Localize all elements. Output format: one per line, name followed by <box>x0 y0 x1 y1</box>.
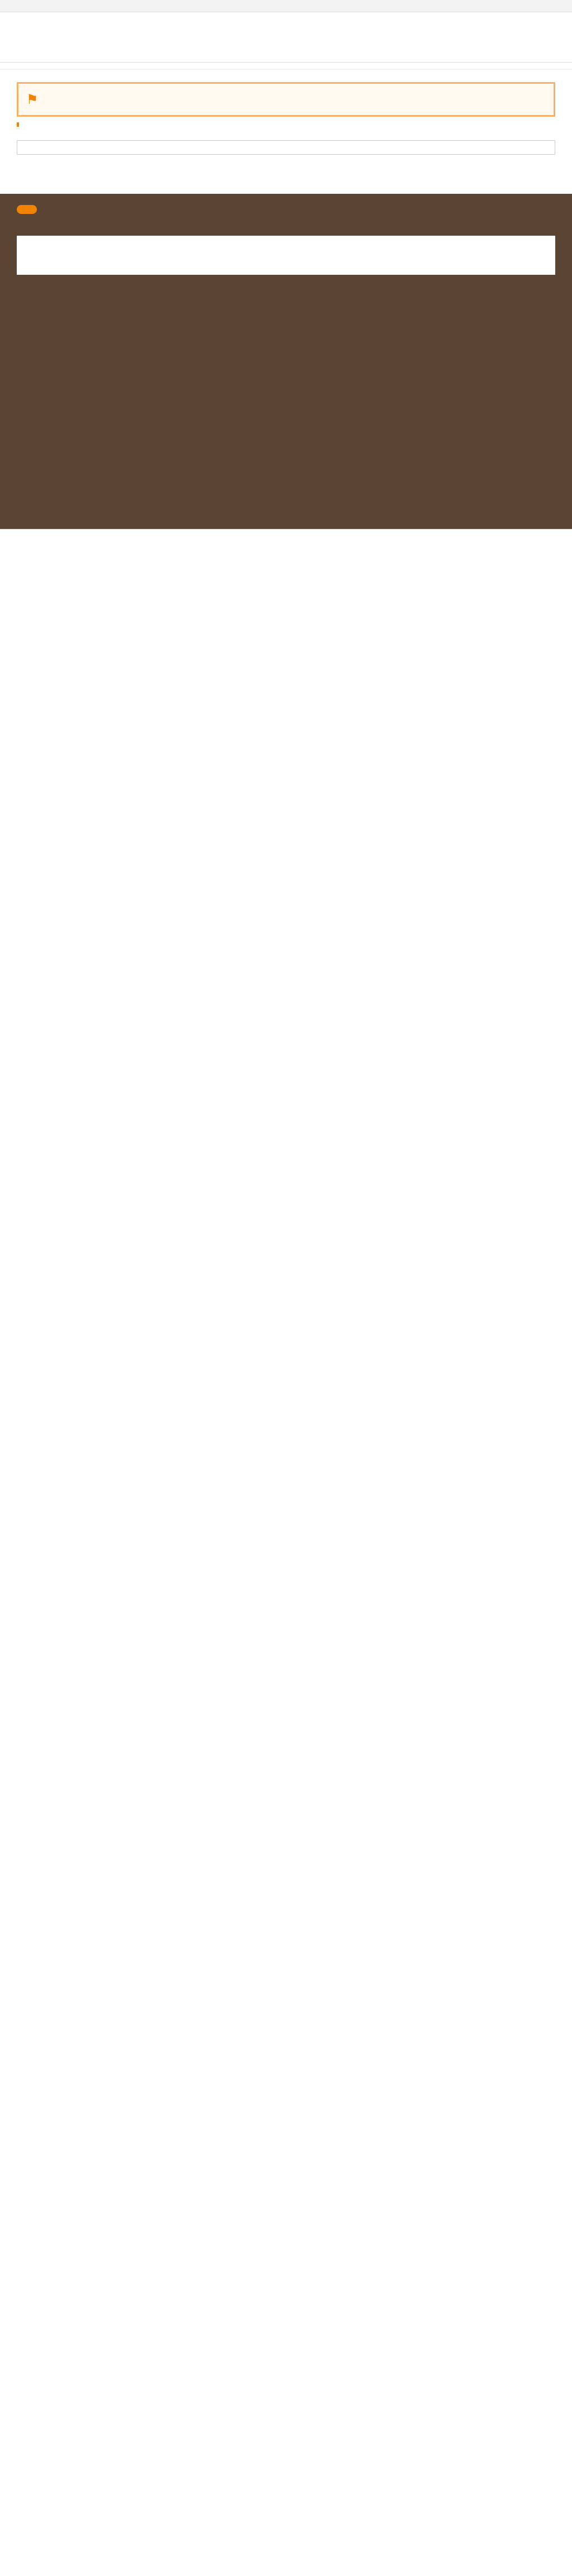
map-pin-icon: ⚑ <box>26 92 39 107</box>
footer <box>0 194 572 529</box>
other-info-box <box>17 140 555 155</box>
main-content: ⚑ <box>17 82 555 177</box>
lead-text <box>17 122 555 127</box>
footer-bottom <box>0 529 572 543</box>
breadcrumb <box>0 70 572 77</box>
intro-text <box>0 63 572 70</box>
header <box>0 12 572 63</box>
title-banner: ⚑ <box>17 82 555 117</box>
top-strip <box>0 0 572 12</box>
footer-logo[interactable] <box>17 205 37 214</box>
footer-keywords <box>17 236 555 275</box>
